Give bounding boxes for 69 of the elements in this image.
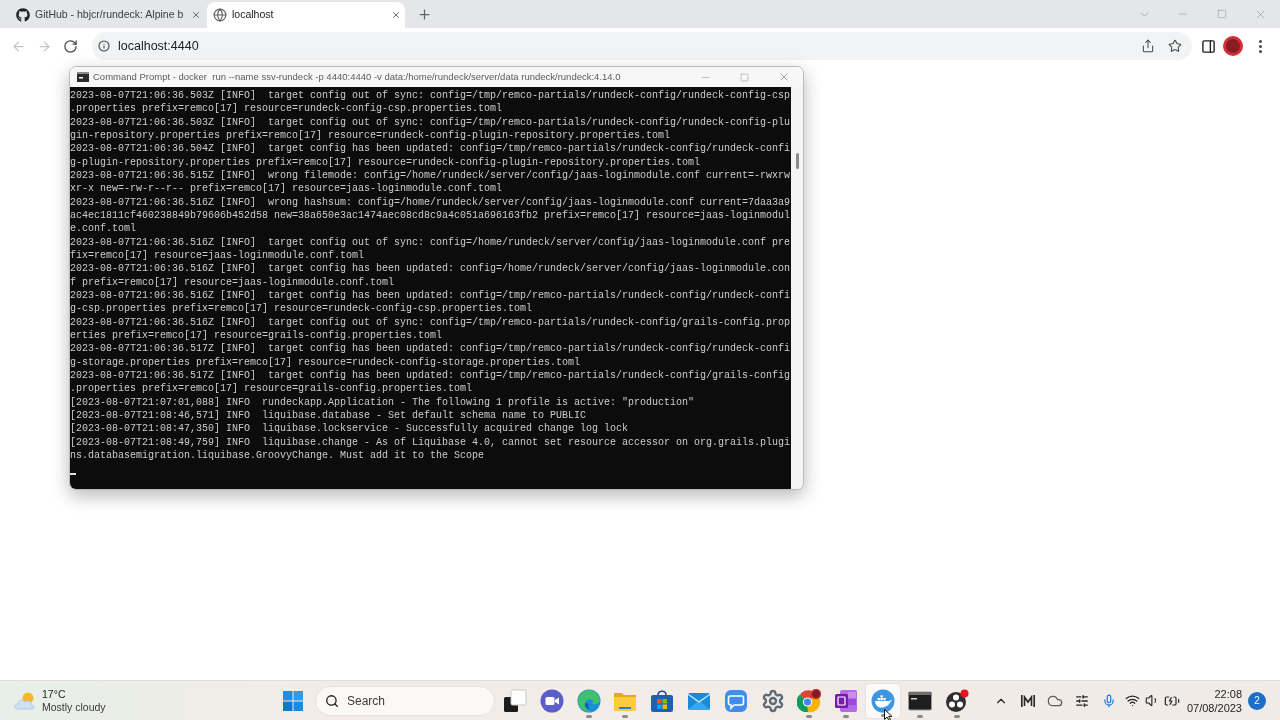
console-line: 2023-08-07T21:06:36.516Z [INFO] target config has been updated: config=/tmp/remco-partials/rundeck-config/rundeck-config-csp.properties prefix=remco[17] resource=rundeck-config-csp.properties.toml <box>70 288 791 316</box>
mouse-pointer-icon <box>884 709 893 720</box>
tab-close-button[interactable] <box>190 9 202 21</box>
search-placeholder: Search <box>347 692 386 710</box>
info-icon <box>98 40 110 52</box>
console-line: [2023-08-07T21:08:46,571] INFO liquibase.database - Set default schema name to PUBLIC <box>70 408 588 423</box>
browser-tab[interactable]: GitHub - hbjcr/rundeck: Alpine b <box>10 2 205 28</box>
url-text: localhost:4440 <box>118 37 199 55</box>
overlapping-squares-icon <box>503 688 527 713</box>
search-icon <box>325 693 339 708</box>
chat-bubble-icon <box>723 688 748 713</box>
console-line: [2023-08-07T21:08:47,350] INFO liquibase.lockservice - Successfully acquired change log lock <box>70 422 630 436</box>
console-line: 2023-08-07T21:06:36.516Z [INFO] target config has been updated: config=/home/rundeck/server/config/jaas-loginmodule.conf prefix=remco[17] resource=jaas-loginmodule.conf.toml <box>70 262 791 289</box>
plus-icon <box>416 6 432 22</box>
window-title: Command Prompt - docker run --name ssv-rundeck -p 4440:4440 -v data:/home/rundeck/server/data rundeck/rundeck:4.14.0 <box>93 69 621 84</box>
notification-badge[interactable]: 2 <box>1248 691 1266 710</box>
search-box[interactable]: Search <box>315 685 495 716</box>
scrollbar[interactable] <box>791 87 803 489</box>
clock-date: 07/08/2023 <box>1186 700 1242 715</box>
sliders-icon[interactable] <box>1074 693 1089 708</box>
console-line: 2023-08-07T21:06:36.516Z [INFO] target config out of sync: config=/home/rundeck/server/config/jaas-loginmodule.conf prefix=remco[17] resource=jaas-loginmodule.conf.toml <box>70 235 791 263</box>
clock-time: 22:08 <box>1214 686 1242 701</box>
meter-icon[interactable] <box>1020 694 1035 707</box>
bookmark-button[interactable] <box>1168 39 1182 53</box>
console-line: 2023-08-07T21:06:36.515Z [INFO] wrong filemode: config=/home/rundeck/server/config/jaas-loginmodule.conf current=-rwxrwxr-x new=-rw-r--r-- prefix=remco[17] resource=jaas-loginmodule.conf.toml <box>70 168 791 196</box>
gear-icon <box>760 688 785 713</box>
arrow-right-icon <box>36 38 52 54</box>
star-icon <box>1168 39 1182 53</box>
tricolor-circle-icon <box>797 688 822 713</box>
side-panel-icon <box>1200 38 1216 54</box>
text-cursor <box>70 472 76 475</box>
globe-icon <box>213 8 227 22</box>
console-line: 2023-08-07T21:06:36.517Z [INFO] target config has been updated: config=/tmp/remco-partials/rundeck-config/grails-config.properties prefix=remco[17] resource=grails-config.properties.toml <box>70 368 791 396</box>
console-line: 2023-08-07T21:06:36.516Z [INFO] wrong hashsum: config=/home/rundeck/server/config/jaas-loginmodule.conf current=7daa3a9ac4ec1811cf460238849b79606b452d58 new=38a650e3ac1474aec08cd8c9a4c051a696163fb2 prefix=remco[17] resource=jaas-loginmodule.conf.toml <box>70 195 791 236</box>
weather-temperature: 17°C <box>42 687 67 701</box>
console-line: 2023-08-07T21:06:36.503Z [INFO] target config out of sync: config=/tmp/remco-partials/rundeck-config/rundeck-config-plugin-repository.properties prefix=remco[17] resource=rundeck-config-plugin-repository.properties.toml <box>70 115 791 143</box>
whale-icon <box>870 688 895 713</box>
console-line: 2023-08-07T21:06:36.503Z [INFO] target config out of sync: config=/tmp/remco-partials/rundeck-config/rundeck-config-csp.properties prefix=remco[17] resource=rundeck-config-csp.properties.toml <box>70 89 791 116</box>
reload-icon <box>62 38 78 54</box>
weather-condition: Mostly cloudy <box>42 700 106 714</box>
notebook-icon <box>834 688 859 713</box>
close-icon <box>391 10 401 20</box>
wifi-icon[interactable] <box>1124 693 1140 708</box>
microphone-icon[interactable] <box>1101 693 1116 708</box>
share-button[interactable] <box>1141 39 1155 53</box>
console-line: [2023-08-07T21:07:01,088] INFO rundeckapp.Application - The following 1 profile is active: "production" <box>70 395 696 409</box>
shopping-bag-icon <box>650 688 675 713</box>
console-line: [2023-08-07T21:08:49,759] INFO liquibase.change - As of Liquibase 4.0, cannot set resource accessor on org.grails.plugins.databasemigration.liquibase.GroovyChange. Must add it to the Scope <box>70 435 791 463</box>
maximize-icon <box>740 72 749 82</box>
console-line: 2023-08-07T21:06:36.516Z [INFO] target config out of sync: config=/tmp/remco-partials/rundeck-config/grails-config.properties prefix=remco[17] resource=grails-config.properties.toml <box>70 315 791 343</box>
maximize-icon <box>1216 9 1227 19</box>
scrollbar-thumb[interactable] <box>795 153 799 169</box>
menu-icon <box>1258 39 1262 53</box>
console-line: 2023-08-07T21:06:36.517Z [INFO] target config has been updated: config=/tmp/remco-partials/rundeck-config/rundeck-config-storage.properties prefix=remco[17] resource=rundeck-config-storage.properties.toml <box>70 342 791 369</box>
swirl-browser-icon <box>576 688 601 713</box>
profile-avatar[interactable] <box>1223 36 1243 56</box>
cat-logo-icon <box>16 8 30 22</box>
terminal-icon <box>907 688 932 713</box>
console-line: 2023-08-07T21:06:36.504Z [INFO] target config has been updated: config=/tmp/remco-partials/rundeck-config/rundeck-config-plugin-repository.properties prefix=remco[17] resource=rundeck-config-plugin-repository.properties.toml <box>70 142 791 169</box>
four-squares-icon <box>283 690 303 711</box>
close-icon <box>191 10 201 20</box>
terminal-icon <box>77 72 89 82</box>
browser-tab[interactable]: localhost <box>207 2 405 28</box>
share-icon <box>1141 39 1155 53</box>
three-circles-icon <box>944 688 969 713</box>
video-camera-icon <box>539 688 564 713</box>
sun-cloud-icon <box>14 690 38 711</box>
address-bar[interactable]: localhost:4440 <box>92 32 1192 60</box>
tab-close-button[interactable] <box>390 9 402 21</box>
